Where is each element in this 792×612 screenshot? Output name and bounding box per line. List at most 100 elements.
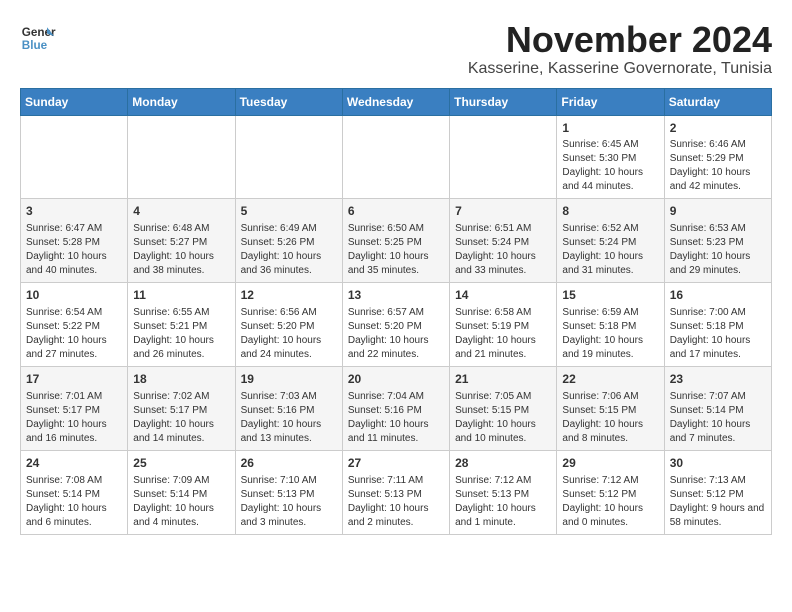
calendar-cell: 20 Sunrise: 7:04 AMSunset: 5:16 PMDayligh… <box>342 366 449 450</box>
weekday-header: Tuesday <box>235 88 342 115</box>
calendar-week-row: 10 Sunrise: 6:54 AMSunset: 5:22 PMDayligh… <box>21 283 772 367</box>
calendar-cell: 7 Sunrise: 6:51 AMSunset: 5:24 PMDaylight… <box>450 199 557 283</box>
day-number: 15 <box>562 287 658 304</box>
calendar-cell: 18 Sunrise: 7:02 AMSunset: 5:17 PMDayligh… <box>128 366 235 450</box>
calendar-cell: 15 Sunrise: 6:59 AMSunset: 5:18 PMDayligh… <box>557 283 664 367</box>
day-number: 10 <box>26 287 122 304</box>
day-info: Sunrise: 7:09 AMSunset: 5:14 PMDaylight:… <box>133 474 229 530</box>
calendar-cell <box>342 115 449 199</box>
day-number: 4 <box>133 203 229 220</box>
day-info: Sunrise: 7:10 AMSunset: 5:13 PMDaylight:… <box>241 474 337 530</box>
day-number: 28 <box>455 455 551 472</box>
day-info: Sunrise: 6:46 AMSunset: 5:29 PMDaylight:… <box>670 138 766 194</box>
day-number: 22 <box>562 371 658 388</box>
day-number: 3 <box>26 203 122 220</box>
day-number: 7 <box>455 203 551 220</box>
calendar-cell: 14 Sunrise: 6:58 AMSunset: 5:19 PMDayligh… <box>450 283 557 367</box>
calendar-cell: 22Sunrise: 7:06 AMSunset: 5:15 PMDayligh… <box>557 366 664 450</box>
calendar-cell: 30 Sunrise: 7:13 AMSunset: 5:12 PMDayligh… <box>664 450 771 534</box>
day-number: 9 <box>670 203 766 220</box>
calendar-cell: 24 Sunrise: 7:08 AMSunset: 5:14 PMDayligh… <box>21 450 128 534</box>
calendar-cell: 19Sunrise: 7:03 AMSunset: 5:16 PMDayligh… <box>235 366 342 450</box>
day-number: 13 <box>348 287 444 304</box>
day-info: Sunrise: 7:05 AMSunset: 5:15 PMDaylight:… <box>455 390 551 446</box>
day-info: Sunrise: 6:53 AMSunset: 5:23 PMDaylight:… <box>670 222 766 278</box>
day-info: Sunrise: 7:11 AMSunset: 5:13 PMDaylight:… <box>348 474 444 530</box>
day-number: 16 <box>670 287 766 304</box>
day-info: Sunrise: 6:47 AMSunset: 5:28 PMDaylight:… <box>26 222 122 278</box>
calendar-week-row: 17 Sunrise: 7:01 AMSunset: 5:17 PMDayligh… <box>21 366 772 450</box>
calendar-cell <box>21 115 128 199</box>
calendar-cell: 9 Sunrise: 6:53 AMSunset: 5:23 PMDaylight… <box>664 199 771 283</box>
day-info: Sunrise: 6:59 AMSunset: 5:18 PMDaylight:… <box>562 306 658 362</box>
day-number: 14 <box>455 287 551 304</box>
day-info: Sunrise: 6:58 AMSunset: 5:19 PMDaylight:… <box>455 306 551 362</box>
day-info: Sunrise: 6:56 AMSunset: 5:20 PMDaylight:… <box>241 306 337 362</box>
day-number: 24 <box>26 455 122 472</box>
weekday-header: Saturday <box>664 88 771 115</box>
day-info: Sunrise: 7:07 AMSunset: 5:14 PMDaylight:… <box>670 390 766 446</box>
calendar-cell: 26Sunrise: 7:10 AMSunset: 5:13 PMDayligh… <box>235 450 342 534</box>
calendar-cell <box>450 115 557 199</box>
day-info: Sunrise: 7:01 AMSunset: 5:17 PMDaylight:… <box>26 390 122 446</box>
weekday-header: Friday <box>557 88 664 115</box>
day-info: Sunrise: 7:03 AMSunset: 5:16 PMDaylight:… <box>241 390 337 446</box>
logo: General Blue <box>20 20 56 56</box>
svg-text:Blue: Blue <box>22 39 48 52</box>
calendar-body: 1Sunrise: 6:45 AMSunset: 5:30 PMDaylight… <box>21 115 772 534</box>
logo-icon: General Blue <box>20 20 56 56</box>
day-number: 21 <box>455 371 551 388</box>
calendar-cell: 2Sunrise: 6:46 AMSunset: 5:29 PMDaylight… <box>664 115 771 199</box>
day-info: Sunrise: 7:04 AMSunset: 5:16 PMDaylight:… <box>348 390 444 446</box>
month-title: November 2024 <box>468 20 772 60</box>
calendar-cell: 29 Sunrise: 7:12 AMSunset: 5:12 PMDayligh… <box>557 450 664 534</box>
calendar-week-row: 1Sunrise: 6:45 AMSunset: 5:30 PMDaylight… <box>21 115 772 199</box>
calendar-cell: 4 Sunrise: 6:48 AMSunset: 5:27 PMDaylight… <box>128 199 235 283</box>
day-number: 18 <box>133 371 229 388</box>
weekday-header: Thursday <box>450 88 557 115</box>
calendar-cell: 27Sunrise: 7:11 AMSunset: 5:13 PMDayligh… <box>342 450 449 534</box>
day-info: Sunrise: 6:57 AMSunset: 5:20 PMDaylight:… <box>348 306 444 362</box>
day-info: Sunrise: 6:50 AMSunset: 5:25 PMDaylight:… <box>348 222 444 278</box>
day-info: Sunrise: 7:12 AMSunset: 5:12 PMDaylight:… <box>562 474 658 530</box>
calendar-header: SundayMondayTuesdayWednesdayThursdayFrid… <box>21 88 772 115</box>
day-number: 20 <box>348 371 444 388</box>
calendar-week-row: 24 Sunrise: 7:08 AMSunset: 5:14 PMDayligh… <box>21 450 772 534</box>
day-number: 23 <box>670 371 766 388</box>
day-info: Sunrise: 6:49 AMSunset: 5:26 PMDaylight:… <box>241 222 337 278</box>
day-info: Sunrise: 7:00 AMSunset: 5:18 PMDaylight:… <box>670 306 766 362</box>
day-info: Sunrise: 6:51 AMSunset: 5:24 PMDaylight:… <box>455 222 551 278</box>
day-number: 1 <box>562 120 658 137</box>
day-info: Sunrise: 7:08 AMSunset: 5:14 PMDaylight:… <box>26 474 122 530</box>
day-number: 17 <box>26 371 122 388</box>
location-title: Kasserine, Kasserine Governorate, Tunisi… <box>468 60 772 78</box>
day-info: Sunrise: 7:12 AMSunset: 5:13 PMDaylight:… <box>455 474 551 530</box>
calendar-cell: 23 Sunrise: 7:07 AMSunset: 5:14 PMDayligh… <box>664 366 771 450</box>
calendar-cell: 10 Sunrise: 6:54 AMSunset: 5:22 PMDayligh… <box>21 283 128 367</box>
calendar-table: SundayMondayTuesdayWednesdayThursdayFrid… <box>20 88 772 535</box>
day-info: Sunrise: 6:52 AMSunset: 5:24 PMDaylight:… <box>562 222 658 278</box>
day-number: 25 <box>133 455 229 472</box>
day-number: 29 <box>562 455 658 472</box>
calendar-cell: 11Sunrise: 6:55 AMSunset: 5:21 PMDayligh… <box>128 283 235 367</box>
day-number: 5 <box>241 203 337 220</box>
calendar-cell: 13 Sunrise: 6:57 AMSunset: 5:20 PMDayligh… <box>342 283 449 367</box>
calendar-week-row: 3 Sunrise: 6:47 AMSunset: 5:28 PMDaylight… <box>21 199 772 283</box>
day-info: Sunrise: 6:48 AMSunset: 5:27 PMDaylight:… <box>133 222 229 278</box>
day-info: Sunrise: 7:02 AMSunset: 5:17 PMDaylight:… <box>133 390 229 446</box>
title-block: November 2024 Kasserine, Kasserine Gover… <box>468 20 772 78</box>
day-info: Sunrise: 6:45 AMSunset: 5:30 PMDaylight:… <box>562 138 658 194</box>
calendar-cell <box>235 115 342 199</box>
calendar-cell: 1Sunrise: 6:45 AMSunset: 5:30 PMDaylight… <box>557 115 664 199</box>
calendar-cell: 12 Sunrise: 6:56 AMSunset: 5:20 PMDayligh… <box>235 283 342 367</box>
day-number: 12 <box>241 287 337 304</box>
calendar-cell: 6 Sunrise: 6:50 AMSunset: 5:25 PMDaylight… <box>342 199 449 283</box>
day-number: 11 <box>133 287 229 304</box>
day-info: Sunrise: 6:54 AMSunset: 5:22 PMDaylight:… <box>26 306 122 362</box>
calendar-cell: 21 Sunrise: 7:05 AMSunset: 5:15 PMDayligh… <box>450 366 557 450</box>
day-number: 30 <box>670 455 766 472</box>
calendar-cell: 3 Sunrise: 6:47 AMSunset: 5:28 PMDaylight… <box>21 199 128 283</box>
day-info: Sunrise: 7:13 AMSunset: 5:12 PMDaylight:… <box>670 474 766 530</box>
calendar-cell: 25 Sunrise: 7:09 AMSunset: 5:14 PMDayligh… <box>128 450 235 534</box>
day-number: 6 <box>348 203 444 220</box>
